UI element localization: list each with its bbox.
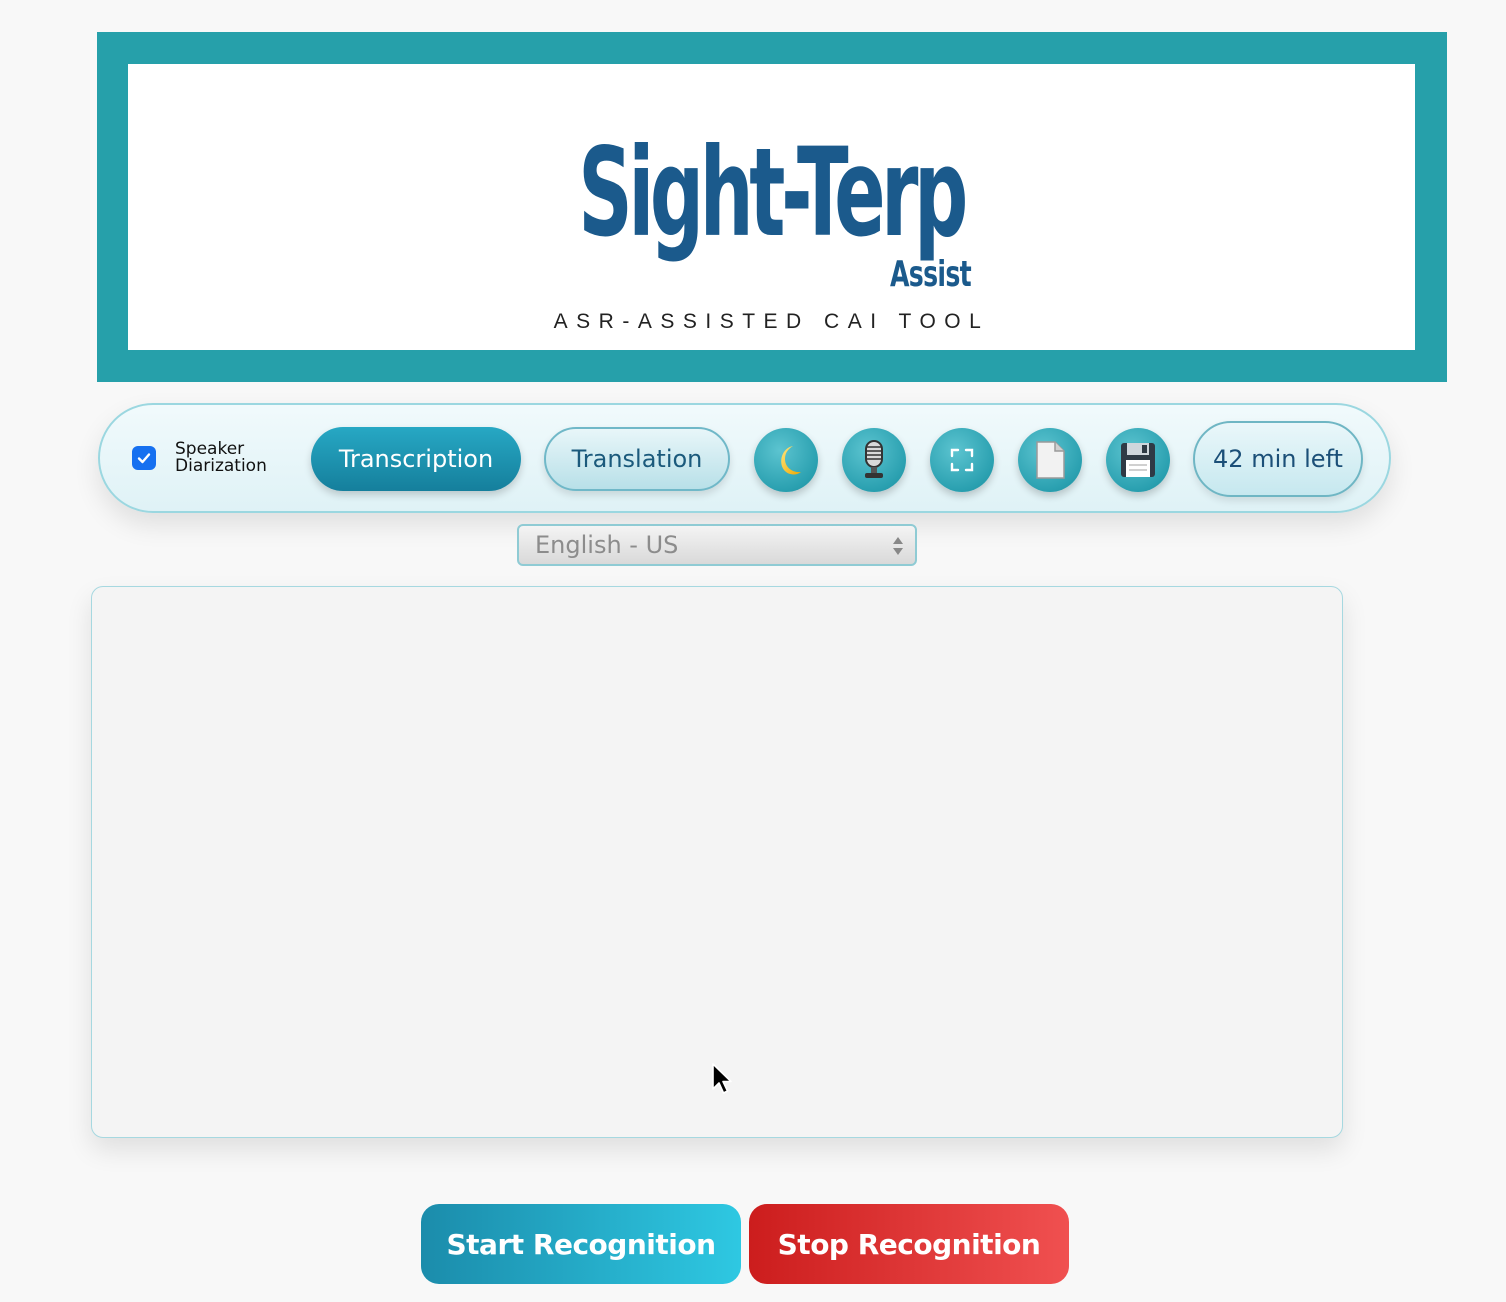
dark-mode-button[interactable]: [754, 428, 818, 492]
time-left-badge: 42 min left: [1193, 421, 1363, 497]
microphone-button[interactable]: [842, 428, 906, 492]
fullscreen-button[interactable]: [930, 428, 994, 492]
header-banner: Sight-Terp Assist ASR-ASSISTED CAI TOOL: [97, 32, 1447, 382]
speaker-diarization-checkbox[interactable]: [132, 446, 156, 470]
new-document-button[interactable]: [1018, 428, 1082, 492]
mouse-cursor-icon: [712, 1063, 732, 1094]
save-button[interactable]: [1106, 428, 1170, 492]
speaker-diarization-toggle[interactable]: Speaker Diarization: [132, 441, 275, 475]
start-recognition-button[interactable]: Start Recognition: [421, 1204, 741, 1284]
logo: Sight-Terp: [128, 132, 1415, 254]
tagline: ASR-ASSISTED CAI TOOL: [553, 310, 990, 333]
stop-recognition-button[interactable]: Stop Recognition: [749, 1204, 1069, 1284]
save-floppy-icon: [1121, 443, 1155, 477]
app-page: Sight-Terp Assist ASR-ASSISTED CAI TOOL …: [0, 0, 1506, 1302]
transcription-button[interactable]: Transcription: [311, 427, 521, 491]
logo-title: Sight-Terp: [578, 122, 969, 264]
logo-subtitle: Assist: [890, 254, 972, 295]
checkmark-icon: [137, 453, 151, 464]
translation-button[interactable]: Translation: [544, 427, 730, 491]
moon-icon: [781, 446, 801, 475]
new-document-icon: [1036, 441, 1065, 479]
language-select-value: English - US: [535, 531, 679, 559]
select-arrows-icon: [893, 537, 903, 555]
toolbar: Speaker Diarization Transcription Transl…: [98, 403, 1391, 513]
banner-inner: Sight-Terp Assist ASR-ASSISTED CAI TOOL: [128, 64, 1415, 350]
fullscreen-icon: [950, 448, 974, 472]
speaker-diarization-label: Speaker Diarization: [175, 439, 267, 476]
microphone-icon: [865, 440, 883, 478]
transcript-area[interactable]: [91, 586, 1343, 1138]
language-select[interactable]: English - US: [517, 524, 917, 566]
